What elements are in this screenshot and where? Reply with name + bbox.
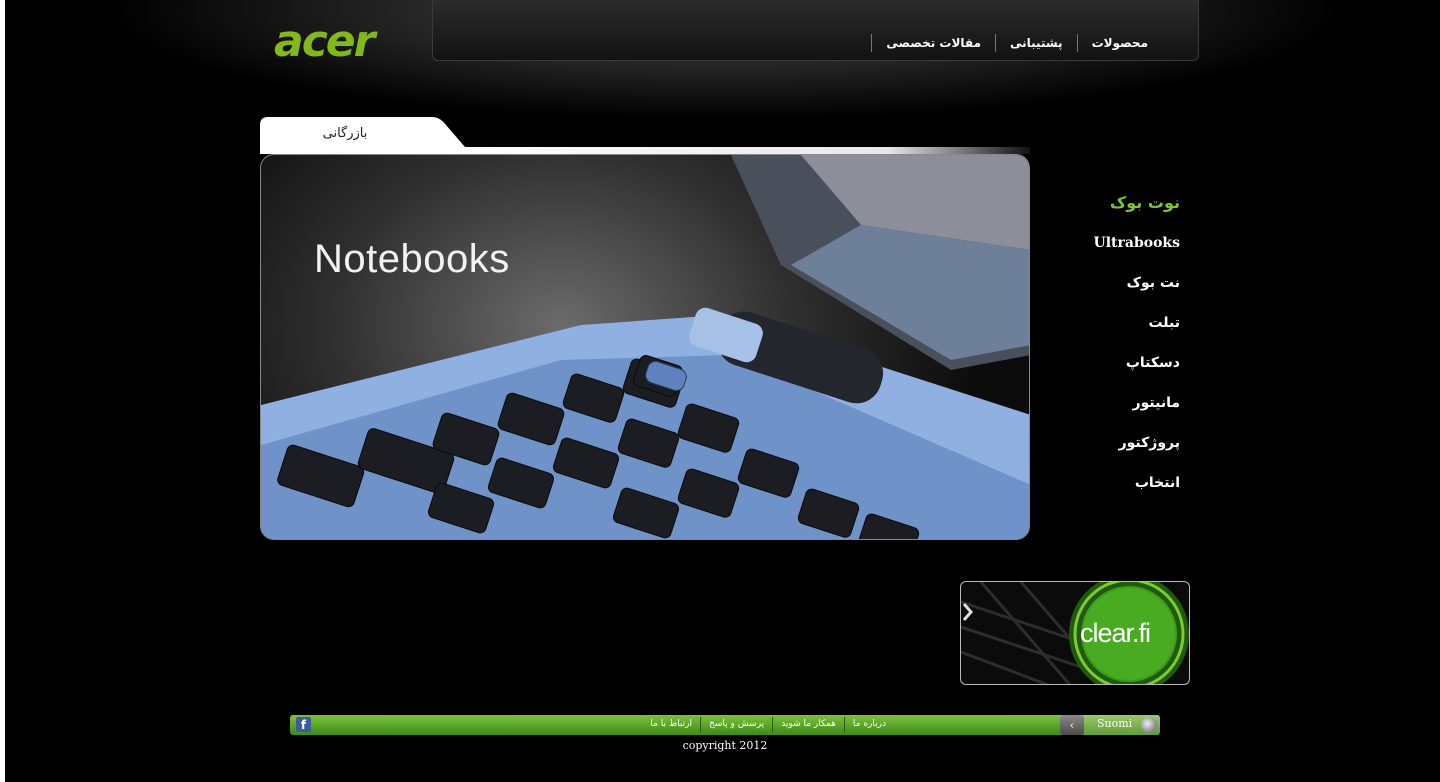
footer-link-partner[interactable]: همکار ما شوید [772,717,844,732]
copyright: copyright 2012 [682,739,768,752]
acer-logo[interactable]: acer [272,16,408,67]
sidebar-item-projector[interactable]: پروژکتور [1060,430,1180,470]
chevron-left-icon[interactable]: ‹ [1060,715,1084,735]
sidebar-item-notebook[interactable]: نوت بوک [1060,190,1180,230]
clearfi-promo-banner[interactable]: clear.fi [960,581,1190,685]
top-navigation: محصولات پشتیبانی مقالات تخصصی [432,0,1199,61]
category-sidebar: نوت بوک Ultrabooks نت بوک تبلت دسکتاپ ما… [1060,190,1181,510]
sidebar-item-netbook[interactable]: نت بوک [1060,270,1180,310]
sidebar-item-desktop[interactable]: دسکتاپ [1060,350,1180,390]
nav-articles[interactable]: مقالات تخصصی [871,34,996,52]
footer-link-contact[interactable]: ارتباط با ما [642,717,700,732]
sidebar-item-tablet[interactable]: تبلت [1060,310,1180,350]
language-selector[interactable]: ‹ Suomi [1060,715,1160,735]
hero-banner[interactable]: Notebooks [260,154,1030,540]
sidebar-item-ultrabooks[interactable]: Ultrabooks [1060,230,1181,270]
footer-bar: f درباره ما همکار ما شوید پرسش و پاسخ ار… [290,715,1160,735]
sidebar-item-monitor[interactable]: مانیتور [1060,390,1180,430]
sidebar-item-select[interactable]: انتخاب [1060,470,1180,510]
globe-icon [1141,717,1157,733]
nav-products[interactable]: محصولات [1078,34,1162,52]
laptop-illustration [261,155,1029,539]
facebook-icon[interactable]: f [296,717,311,732]
tab-label: بازرگانی [322,126,368,141]
language-label: Suomi [1097,717,1133,730]
tab-rail [460,147,1030,154]
footer-link-faq[interactable]: پرسش و پاسخ [700,717,772,732]
svg-text:acer: acer [274,20,378,64]
clearfi-logo-text: clear.fi [1080,618,1151,648]
nav-support[interactable]: پشتیبانی [996,34,1078,52]
banner-title: Notebooks [314,237,510,281]
footer-link-about[interactable]: درباره ما [843,717,894,732]
